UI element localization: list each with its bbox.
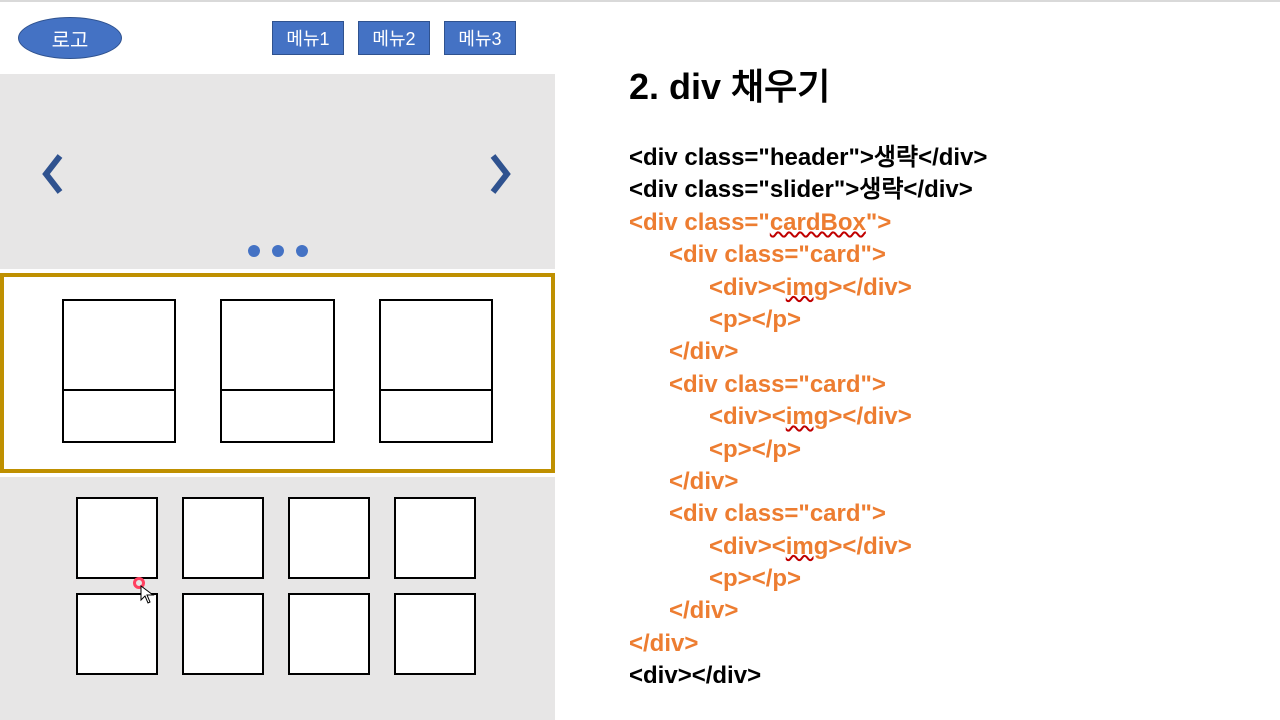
grid-cell — [288, 593, 370, 675]
code-line: <div class="card"> — [629, 498, 1250, 530]
code-line: <p></p> — [629, 304, 1250, 336]
grid-cell — [182, 593, 264, 675]
dot-1[interactable] — [248, 245, 260, 257]
grid-row-2 — [76, 593, 479, 675]
code-line: <div class="slider">생략</div> — [629, 174, 1250, 206]
code-line: <p></p> — [629, 434, 1250, 466]
code-line: <div></div> — [629, 660, 1250, 692]
code-line: <div class="card"> — [629, 239, 1250, 271]
slider — [0, 74, 555, 269]
code-line: </div> — [629, 466, 1250, 498]
card-text — [222, 391, 332, 441]
code-block: <div class="header">생략</div><div class="… — [629, 142, 1250, 693]
card-text — [64, 391, 174, 441]
grid-section — [0, 477, 555, 720]
menu-1[interactable]: 메뉴1 — [272, 21, 344, 55]
header: 로고 메뉴1 메뉴2 메뉴3 — [0, 2, 555, 74]
card-1 — [62, 299, 176, 443]
chevron-left-icon[interactable] — [40, 152, 64, 208]
card-3 — [379, 299, 493, 443]
card-2 — [220, 299, 334, 443]
logo[interactable]: 로고 — [18, 17, 122, 59]
code-line: </div> — [629, 628, 1250, 660]
slider-dots — [248, 245, 308, 257]
card-image — [222, 301, 332, 391]
chevron-right-icon[interactable] — [489, 152, 513, 208]
section-title: 2. div 채우기 — [629, 58, 1250, 110]
wireframe-panel: 로고 메뉴1 메뉴2 메뉴3 — [0, 2, 555, 720]
card-text — [381, 391, 491, 441]
code-line: <div class="cardBox"> — [629, 207, 1250, 239]
code-line: <div><img></div> — [629, 401, 1250, 433]
menu-3[interactable]: 메뉴3 — [444, 21, 516, 55]
explanation-panel: 2. div 채우기 <div class="header">생략</div><… — [555, 2, 1280, 720]
card-image — [64, 301, 174, 391]
menu-bar: 메뉴1 메뉴2 메뉴3 — [272, 21, 516, 55]
grid-cell — [76, 497, 158, 579]
code-line: </div> — [629, 595, 1250, 627]
dot-3[interactable] — [296, 245, 308, 257]
code-line: <div><img></div> — [629, 272, 1250, 304]
code-line: </div> — [629, 336, 1250, 368]
dot-2[interactable] — [272, 245, 284, 257]
grid-cell — [288, 497, 370, 579]
menu-2[interactable]: 메뉴2 — [358, 21, 430, 55]
code-line: <div><img></div> — [629, 531, 1250, 563]
code-line: <p></p> — [629, 563, 1250, 595]
cursor-icon — [140, 585, 156, 610]
grid-row-1 — [76, 497, 479, 579]
grid-cell — [182, 497, 264, 579]
card-box — [0, 273, 555, 473]
grid-cell — [394, 593, 476, 675]
grid-cell — [394, 497, 476, 579]
code-line: <div class="card"> — [629, 369, 1250, 401]
card-image — [381, 301, 491, 391]
code-line: <div class="header">생략</div> — [629, 142, 1250, 174]
